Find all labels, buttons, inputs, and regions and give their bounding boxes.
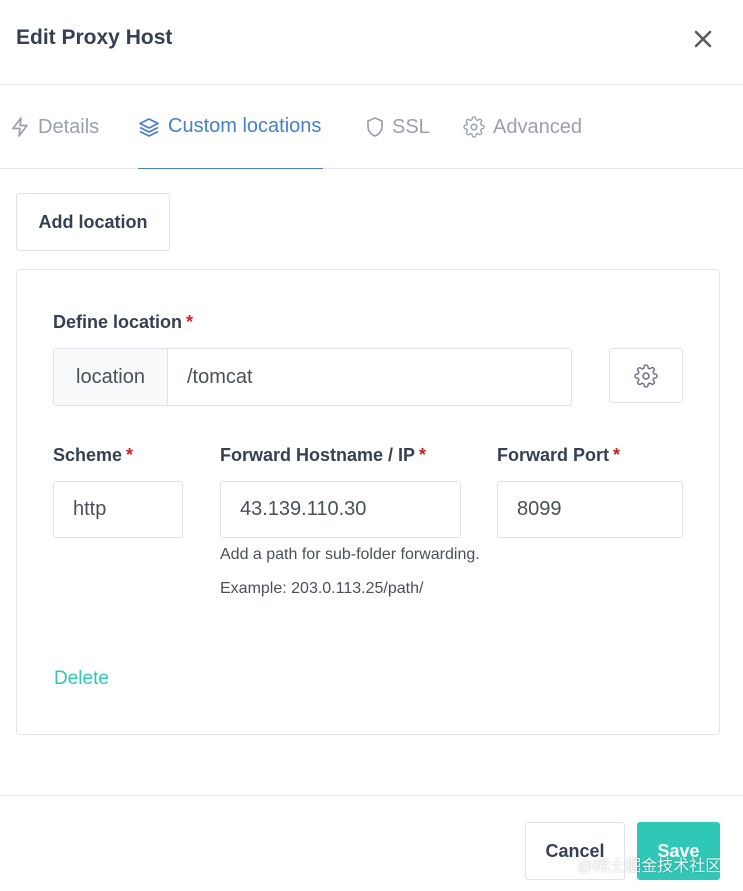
tab-ssl-label: SSL xyxy=(392,115,430,138)
modal-footer: Cancel Save xyxy=(0,795,743,891)
tab-advanced-label: Advanced xyxy=(493,115,582,138)
scheme-input[interactable] xyxy=(53,481,183,538)
shield-icon xyxy=(367,117,383,137)
cancel-button[interactable]: Cancel xyxy=(525,822,625,880)
tab-details-label: Details xyxy=(38,115,100,138)
location-input-group: location xyxy=(53,348,572,406)
forward-hostname-label: Forward Hostname / IP * xyxy=(220,445,427,465)
hostname-help-text: Add a path for sub-folder forwarding. Ex… xyxy=(220,546,480,597)
modal-title: Edit Proxy Host xyxy=(16,26,173,49)
add-location-button[interactable]: Add location xyxy=(16,193,170,251)
tab-advanced[interactable]: Advanced xyxy=(463,85,582,169)
forward-hostname-input[interactable] xyxy=(220,481,461,538)
required-mark: * xyxy=(186,312,194,332)
location-settings-button[interactable] xyxy=(609,348,683,403)
define-location-label: Define location * xyxy=(53,312,194,332)
layers-icon xyxy=(139,117,159,137)
location-path-input[interactable] xyxy=(168,349,571,405)
required-mark: * xyxy=(613,445,621,465)
tab-details[interactable]: Details xyxy=(10,85,99,169)
scheme-label: Scheme * xyxy=(53,445,134,465)
close-button[interactable] xyxy=(690,26,716,52)
delete-location-link[interactable]: Delete xyxy=(54,668,109,690)
gear-icon xyxy=(463,116,485,138)
tab-custom-locations-label: Custom locations xyxy=(168,115,322,137)
required-mark: * xyxy=(419,445,427,465)
location-prefix: location xyxy=(54,349,168,405)
close-icon xyxy=(694,30,712,48)
gear-icon xyxy=(634,363,658,388)
tab-custom-locations[interactable]: Custom locations xyxy=(138,85,324,169)
save-button[interactable]: Save xyxy=(637,822,720,880)
modal-header: Edit Proxy Host xyxy=(0,0,743,85)
location-card: Define location* location Scheme* Forwar… xyxy=(16,269,720,735)
forward-port-label: Forward Port * xyxy=(497,445,621,465)
bolt-icon xyxy=(12,117,28,137)
tab-ssl[interactable]: SSL xyxy=(366,85,430,169)
forward-port-input[interactable] xyxy=(497,481,683,538)
required-mark: * xyxy=(126,445,134,465)
tab-bar: Details Custom locations SSL Advanced xyxy=(0,85,743,169)
